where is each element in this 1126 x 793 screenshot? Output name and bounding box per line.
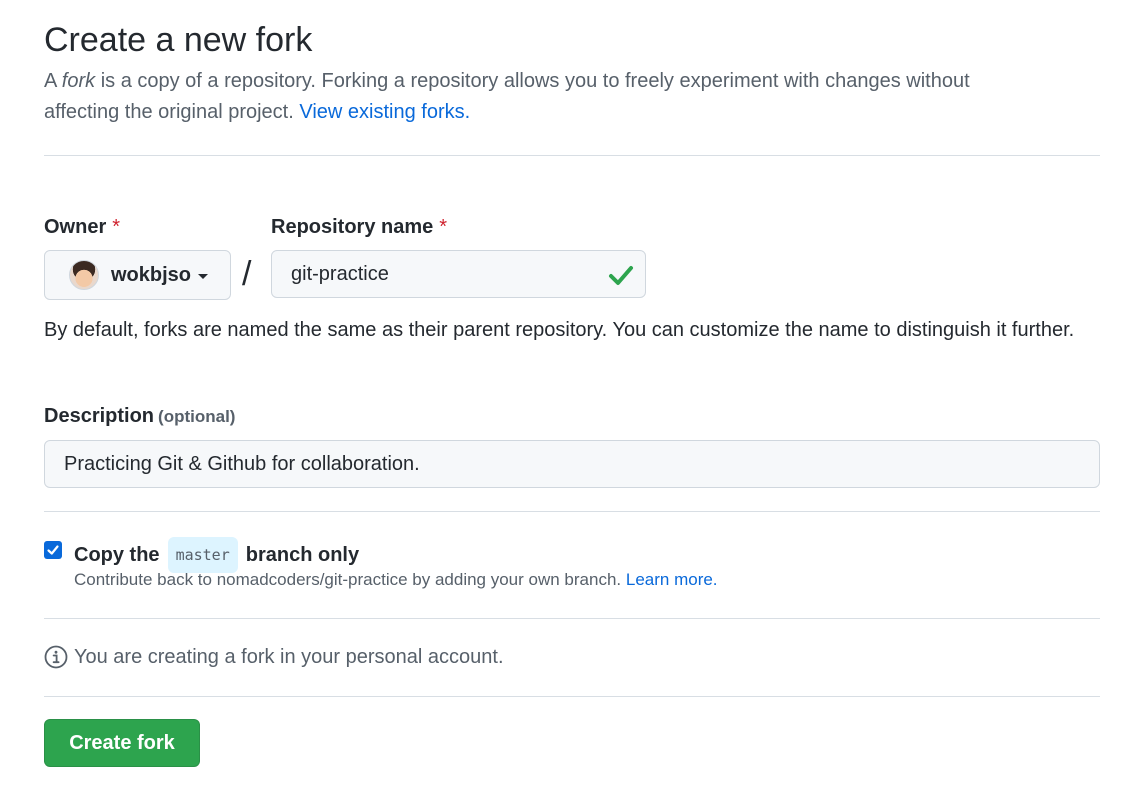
owner-avatar	[69, 260, 99, 290]
repo-name-label-text: Repository name	[271, 216, 434, 238]
page-subtitle: A fork is a copy of a repository. Forkin…	[44, 66, 1044, 128]
owner-name: wokbjso	[111, 263, 192, 286]
contribute-help: Contribute back to nomadcoders/git-pract…	[74, 568, 718, 592]
description-optional: (optional)	[158, 407, 236, 426]
page-title: Create a new fork	[44, 21, 313, 59]
description-label-text: Description	[44, 405, 155, 427]
check-icon	[609, 266, 633, 285]
contribute-text: Contribute back to nomadcoders/git-pract…	[74, 570, 626, 589]
checkbox-check-icon	[47, 545, 59, 555]
repo-name-label: Repository name *	[271, 214, 447, 240]
owner-repo-separator: /	[242, 255, 252, 293]
description-input[interactable]	[44, 440, 1100, 488]
owner-label-text: Owner	[44, 216, 107, 238]
header-divider	[44, 155, 1100, 156]
create-fork-button[interactable]: Create fork	[44, 719, 200, 767]
copy-divider	[44, 618, 1100, 619]
owner-required-mark: *	[112, 216, 121, 238]
copy-suffix: branch only	[245, 544, 360, 566]
personal-account-notice: You are creating a fork in your personal…	[44, 645, 504, 669]
repo-name-help: By default, forks are named the same as …	[44, 319, 1075, 341]
learn-more-link[interactable]: Learn more.	[626, 570, 718, 589]
description-label: Description (optional)	[44, 403, 235, 430]
notice-text: You are creating a fork in your personal…	[74, 645, 504, 668]
view-existing-forks-link[interactable]: View existing forks.	[299, 101, 470, 123]
description-divider	[44, 511, 1100, 512]
subtitle-fork-word: fork	[61, 70, 96, 92]
owner-select-button[interactable]: wokbjso	[44, 250, 231, 300]
info-icon	[44, 645, 68, 669]
repo-name-input[interactable]	[271, 250, 646, 298]
repo-required-mark: *	[439, 216, 448, 238]
copy-prefix: Copy the	[74, 544, 160, 566]
notice-divider	[44, 696, 1100, 697]
subtitle-rest: is a copy of a repository. Forking a rep…	[44, 70, 970, 123]
subtitle-prefix: A	[44, 70, 62, 92]
copy-branch-checkbox[interactable]	[44, 541, 62, 559]
caret-down-icon	[198, 273, 209, 279]
owner-label: Owner *	[44, 214, 120, 240]
